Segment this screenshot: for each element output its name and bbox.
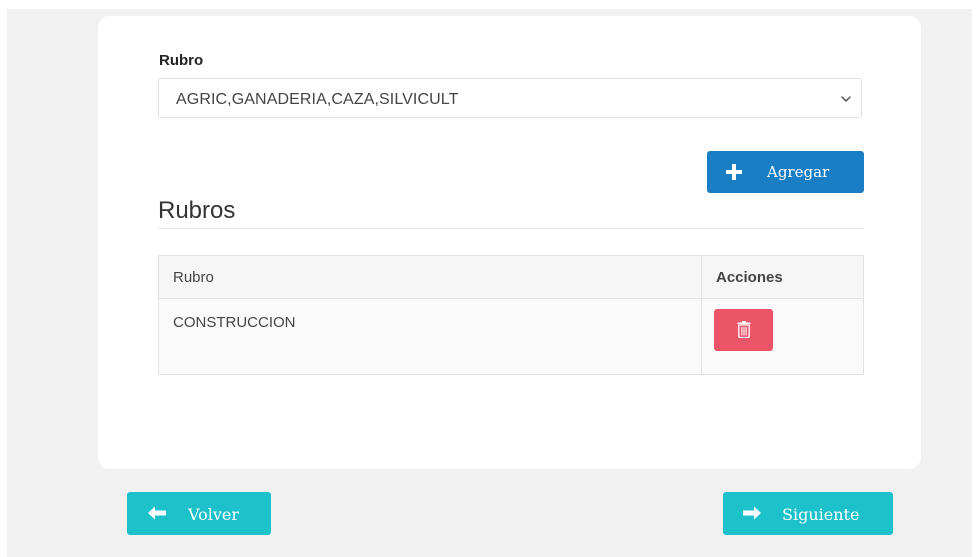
trash-icon bbox=[737, 321, 751, 338]
next-button-label: Siguiente bbox=[782, 505, 860, 524]
rubro-select-value: AGRIC,GANADERIA,CAZA,SILVICULT bbox=[176, 91, 459, 108]
next-button[interactable]: Siguiente bbox=[723, 492, 893, 535]
plus-icon bbox=[725, 163, 743, 181]
back-button-label: Volver bbox=[188, 505, 239, 524]
arrow-left-icon bbox=[147, 505, 167, 521]
delete-button[interactable] bbox=[714, 309, 773, 351]
column-header-rubro: Rubro bbox=[158, 255, 702, 299]
table-header-row: Rubro Acciones bbox=[158, 255, 864, 299]
chevron-down-icon bbox=[839, 92, 853, 106]
table-cell-rubro: CONSTRUCCION bbox=[158, 298, 702, 375]
section-divider bbox=[158, 228, 864, 229]
table-row: CONSTRUCCION bbox=[158, 298, 864, 375]
rubro-field-label: Rubro bbox=[159, 52, 204, 69]
table-cell-acciones bbox=[701, 298, 864, 375]
arrow-right-icon bbox=[742, 505, 762, 521]
rubros-table: Rubro Acciones CONSTRUCCION bbox=[158, 255, 864, 375]
rubro-select[interactable]: AGRIC,GANADERIA,CAZA,SILVICULT bbox=[158, 78, 862, 118]
back-button[interactable]: Volver bbox=[127, 492, 271, 535]
column-header-acciones: Acciones bbox=[701, 255, 864, 299]
add-button-label: Agregar bbox=[767, 163, 830, 181]
add-button[interactable]: Agregar bbox=[707, 151, 864, 193]
section-title: Rubros bbox=[158, 197, 236, 224]
